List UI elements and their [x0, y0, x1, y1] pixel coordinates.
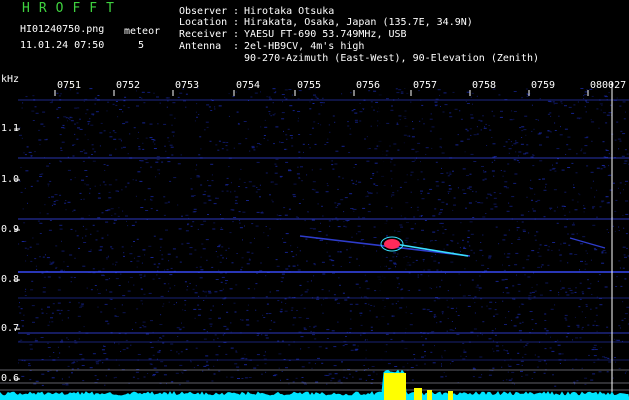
time-label: 0753 — [175, 80, 200, 91]
signal-peak — [427, 390, 432, 400]
time-label: 0756 — [356, 80, 381, 91]
gap-band — [378, 86, 386, 384]
power-trace — [0, 369, 629, 400]
echo-head — [384, 239, 400, 249]
receiver-value: YAESU FT-690 53.749MHz, USB — [244, 29, 407, 40]
axis-ticks — [14, 82, 613, 398]
antenna-key: Antenna — [179, 41, 222, 52]
observer-value: Hirotaka Otsuka — [244, 6, 335, 17]
freq-label: 0.9 — [1, 224, 20, 235]
timestamp: 11.01.24 07:50 — [20, 40, 105, 51]
receiver-key: Receiver — [179, 29, 228, 40]
freq-label: 1.1 — [1, 123, 20, 134]
antenna-value: 2el-HB9CV, 4m's high — [244, 41, 365, 52]
time-label: 0754 — [236, 80, 261, 91]
file-name: HI01240750.png — [20, 24, 105, 35]
freq-label: 0.7 — [1, 323, 20, 334]
antenna-sep: : — [233, 41, 240, 52]
freq-label: 0.8 — [1, 274, 20, 285]
gap-band — [403, 86, 409, 384]
observer-key: Observer — [179, 6, 228, 17]
meteor-echo — [299, 235, 606, 257]
location-key: Location — [179, 17, 228, 28]
mode-label: meteor — [124, 26, 161, 37]
antenna-value-line2: 90-270-Azimuth (East-West), 90-Elevation… — [244, 53, 540, 64]
echo-faint — [569, 237, 606, 249]
time-label: 0755 — [297, 80, 322, 91]
receiver-sep: : — [233, 29, 240, 40]
time-label: 0752 — [116, 80, 141, 91]
signal-peak — [448, 391, 453, 400]
freq-label: 1.0 — [1, 174, 20, 185]
y-axis-unit: kHz — [1, 74, 20, 85]
freq-label: 0.6 — [1, 373, 20, 384]
meteor-count: 5 — [138, 40, 145, 51]
location-value: Hirakata, Osaka, Japan (135.7E, 34.9N) — [244, 17, 473, 28]
signal-peak — [384, 373, 406, 400]
time-label: 0759 — [531, 80, 556, 91]
app-title: HROFFT — [22, 1, 123, 16]
observer-sep: : — [233, 6, 240, 17]
location-sep: : — [233, 17, 240, 28]
carrier-lines — [0, 99, 629, 391]
time-label: 0757 — [413, 80, 438, 91]
time-label: 0751 — [57, 80, 82, 91]
signal-peak — [414, 388, 422, 400]
time-label: 080027 — [590, 80, 627, 91]
time-label: 0758 — [472, 80, 497, 91]
baseline-trace — [0, 369, 629, 400]
